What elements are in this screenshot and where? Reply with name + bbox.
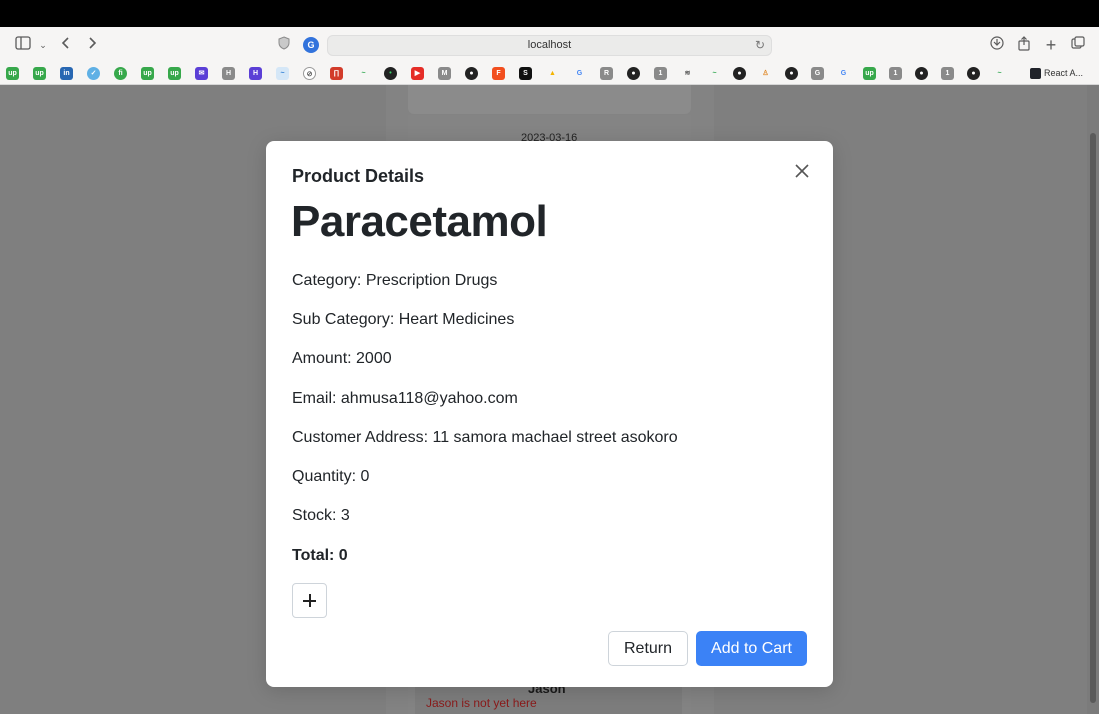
customer-address-text: Customer Address: 11 samora machael stre… [292,429,678,446]
bookmark-mail-icon[interactable]: ✉ [195,67,208,80]
bookmark-github-icon[interactable]: ● [733,67,746,80]
new-tab-icon[interactable]: + [1042,36,1060,54]
bookmark-upwork-icon[interactable]: up [33,67,46,80]
category-text: Category: Prescription Drugs [292,272,498,289]
bookmark-hashnode-icon[interactable]: H [249,67,262,80]
forward-arrow-icon[interactable] [83,36,101,54]
bookmark-g-gray-icon[interactable]: G [811,67,824,80]
bookmark-h-icon[interactable]: H [222,67,235,80]
bookmark-wave-green-icon[interactable]: ~ [357,67,370,80]
sub-category-text: Sub Category: Heart Medicines [292,311,515,328]
sidebar-toggle-icon[interactable] [14,36,32,54]
privacy-shield-icon[interactable] [275,36,293,54]
total-text: Total: 0 [292,547,348,564]
bookmark-drive-icon[interactable]: ▲ [546,67,559,80]
download-icon[interactable] [988,36,1006,54]
scrollbar-thumb[interactable] [1090,133,1096,703]
bookmark-s-icon[interactable]: S [519,67,532,80]
product-details-modal: Product Details Paracetamol Category: Pr… [266,141,833,687]
bookmark-github-icon[interactable]: ● [465,67,478,80]
return-button[interactable]: Return [608,631,688,666]
bookmarks-bar: up up in ✓ fi up up ✉ H H ~ ⊘ ∏ ~ • ▶ M … [0,64,1099,85]
product-name: Paracetamol [291,197,548,246]
chevron-down-icon[interactable]: ⌄ [34,36,52,54]
bookmark-react[interactable]: React A... [1030,68,1084,80]
bookmark-github-icon[interactable]: ● [967,67,980,80]
bookmark-fiverr-icon[interactable]: fi [114,67,127,80]
background-warning: Jason is not yet here [426,696,537,710]
bookmark-fan-icon[interactable]: ≋ [681,67,694,80]
bookmark-wave-green-icon[interactable]: ~ [993,67,1006,80]
bookmark-upwork-icon[interactable]: up [863,67,876,80]
bookmark-compass-icon[interactable]: ⊘ [303,67,316,80]
bookmark-github-icon[interactable]: ● [627,67,640,80]
bookmark-linkedin-icon[interactable]: in [60,67,73,80]
bookmark-github-icon[interactable]: ● [915,67,928,80]
bookmark-r-icon[interactable]: R [600,67,613,80]
bookmark-youtube-icon[interactable]: ▶ [411,67,424,80]
bookmark-upwork-icon[interactable]: up [6,67,19,80]
bookmark-wave-icon[interactable]: ~ [276,67,289,80]
email-text: Email: ahmusa118@yahoo.com [292,390,518,407]
close-icon[interactable] [793,162,811,180]
bookmark-figma-icon[interactable]: F [492,67,505,80]
bookmark-wave-green-icon[interactable]: ~ [708,67,721,80]
extension-icon[interactable]: G [303,37,319,53]
bookmark-m-gray-icon[interactable]: M [438,67,451,80]
bookmark-upwork-icon[interactable]: up [168,67,181,80]
bookmark-check-icon[interactable]: ✓ [87,67,100,80]
system-menu-bar [0,0,1099,27]
stock-text: Stock: 3 [292,507,350,524]
address-bar[interactable]: localhost ↻ [327,35,772,56]
bookmark-google-icon[interactable]: G [837,67,850,80]
bookmark-leaf-icon[interactable]: • [384,67,397,80]
amount-text: Amount: 2000 [292,350,392,367]
share-icon[interactable] [1015,36,1033,54]
bookmark-upwork-icon[interactable]: up [141,67,154,80]
quantity-text: Quantity: 0 [292,468,370,485]
increment-quantity-button[interactable] [292,583,327,618]
back-arrow-icon[interactable] [57,36,75,54]
bookmark-github-icon[interactable]: ● [785,67,798,80]
add-to-cart-button[interactable]: Add to Cart [696,631,807,666]
tab-overview-icon[interactable] [1069,36,1087,54]
bookmark-m-icon[interactable]: ∏ [330,67,343,80]
bookmark-1-icon[interactable]: 1 [654,67,667,80]
bookmark-1-icon[interactable]: 1 [889,67,902,80]
bookmark-person-icon[interactable]: ♙ [759,67,772,80]
reload-icon[interactable]: ↻ [755,36,765,55]
browser-chrome: ⌄ G localhost ↻ + up up in ✓ fi up up ✉ … [0,27,1099,85]
scrollbar[interactable] [1087,85,1099,714]
bookmark-1-icon[interactable]: 1 [941,67,954,80]
browser-toolbar: ⌄ G localhost ↻ + [0,27,1099,63]
react-icon [1030,68,1041,80]
background-card [408,85,691,114]
bookmark-google-icon[interactable]: G [573,67,586,80]
bookmark-react-label: React A... [1044,68,1084,78]
modal-title: Product Details [292,166,425,186]
address-bar-url: localhost [527,39,572,51]
